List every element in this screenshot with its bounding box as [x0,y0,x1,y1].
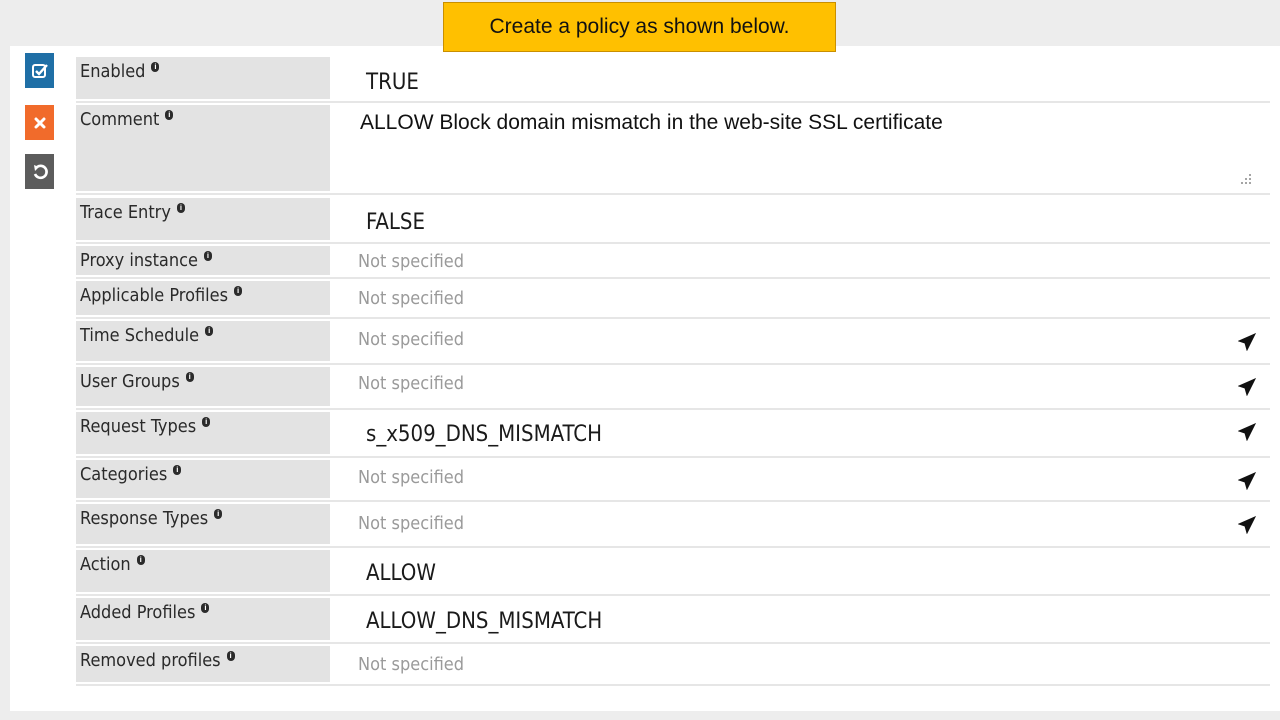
paper-plane-icon[interactable] [1238,333,1256,351]
field-row-response-types: Response Types i Not specified [76,504,1270,548]
field-row-removed-profiles: Removed profiles i Not specified [76,646,1270,686]
field-label: Time Schedule i [76,321,330,361]
comment-textarea[interactable]: ALLOW Block domain mismatch in the web-s… [360,111,943,135]
info-icon[interactable]: i [173,465,182,475]
banner-text: Create a policy as shown below. [489,15,790,38]
checkbox-icon [31,63,48,78]
info-icon[interactable]: i [214,509,223,519]
field-label: Proxy instance i [76,246,330,275]
field-row-proxy-instance: Proxy instance i Not specified [76,246,1270,279]
field-row-user-groups: User Groups i Not specified [76,367,1270,410]
paper-plane-icon[interactable] [1238,472,1256,490]
request-types-value[interactable]: s_x509_DNS_MISMATCH [366,422,602,447]
field-row-enabled: Enabled i TRUE [76,57,1270,103]
paper-plane-icon[interactable] [1238,516,1256,534]
field-label: Comment i [76,105,330,191]
field-row-added-profiles: Added Profiles i ALLOW_DNS_MISMATCH [76,598,1270,644]
paper-plane-icon[interactable] [1238,423,1256,441]
field-label: Enabled i [76,57,330,99]
close-icon [34,117,45,128]
categories-value[interactable]: Not specified [358,467,464,488]
proxy-instance-value[interactable]: Not specified [358,251,464,272]
field-row-comment: Comment i ALLOW Block domain mismatch in … [76,105,1270,195]
field-row-categories: Categories i Not specified [76,460,1270,502]
field-row-time-schedule: Time Schedule i Not specified [76,321,1270,365]
info-icon[interactable]: i [151,62,160,72]
field-label: User Groups i [76,367,330,406]
field-label: Request Types i [76,412,330,454]
info-icon[interactable]: i [203,251,212,261]
field-label: Categories i [76,460,330,498]
applicable-profiles-value[interactable]: Not specified [358,288,464,309]
removed-profiles-value[interactable]: Not specified [358,654,464,675]
field-row-action: Action i ALLOW [76,550,1270,596]
enabled-value[interactable]: TRUE [366,70,419,95]
field-label: Removed profiles i [76,646,330,682]
field-label: Applicable Profiles i [76,281,330,315]
field-label: Action i [76,550,330,592]
paper-plane-icon[interactable] [1238,378,1256,396]
info-icon[interactable]: i [202,417,211,427]
undo-icon [33,164,48,179]
info-icon[interactable]: i [234,286,243,296]
action-value[interactable]: ALLOW [366,561,436,586]
save-button[interactable] [25,53,54,88]
field-label: Trace Entry i [76,198,330,240]
info-icon[interactable]: i [205,326,214,336]
field-row-trace-entry: Trace Entry i FALSE [76,198,1270,244]
reset-button[interactable] [25,154,54,189]
info-icon[interactable]: i [165,110,174,120]
info-icon[interactable]: i [226,651,235,661]
info-icon[interactable]: i [185,372,194,382]
response-types-value[interactable]: Not specified [358,513,464,534]
cancel-button[interactable] [25,105,54,140]
field-label: Added Profiles i [76,598,330,640]
time-schedule-value[interactable]: Not specified [358,329,464,350]
user-groups-value[interactable]: Not specified [358,373,464,394]
resize-handle-icon[interactable] [1240,173,1252,185]
field-row-request-types: Request Types i s_x509_DNS_MISMATCH [76,412,1270,458]
info-icon[interactable]: i [201,603,210,613]
field-row-applicable-profiles: Applicable Profiles i Not specified [76,281,1270,319]
instruction-banner: Create a policy as shown below. [443,2,836,52]
info-icon[interactable]: i [136,555,145,565]
added-profiles-value[interactable]: ALLOW_DNS_MISMATCH [366,609,602,634]
info-icon[interactable]: i [176,203,185,213]
field-label: Response Types i [76,504,330,544]
trace-entry-value[interactable]: FALSE [366,210,425,235]
